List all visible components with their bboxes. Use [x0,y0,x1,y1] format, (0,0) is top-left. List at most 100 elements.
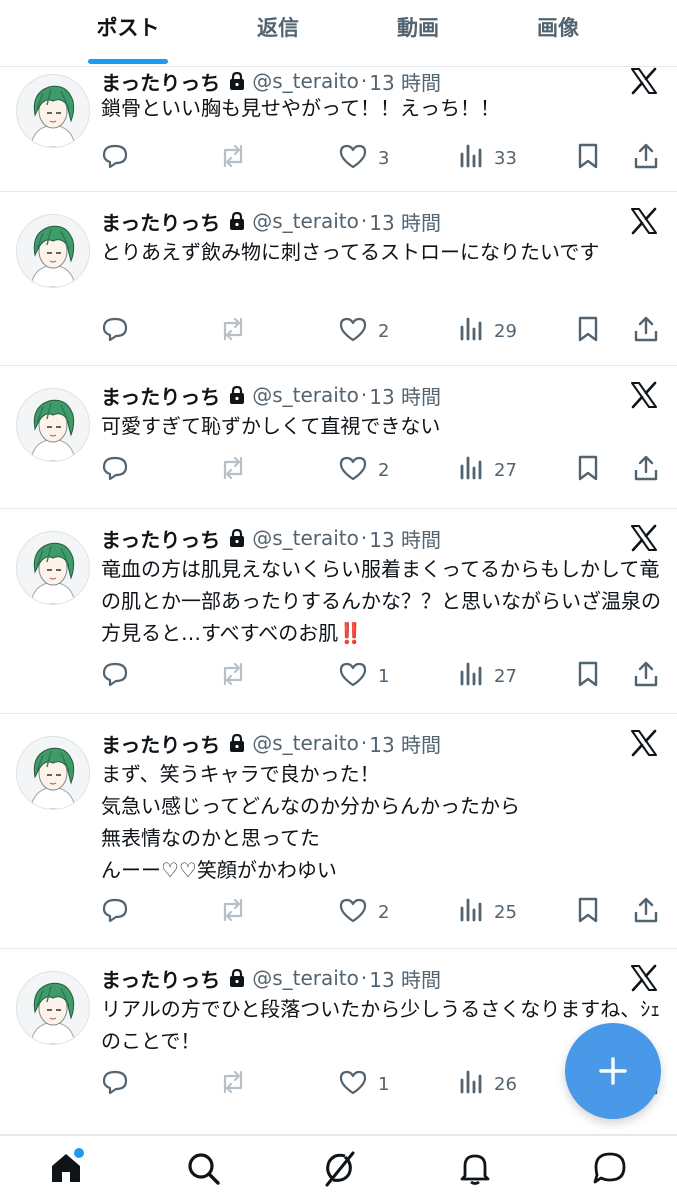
retweet-icon [218,1068,248,1100]
like-button[interactable]: 2 [338,897,389,927]
post-text: 可愛すぎて恥ずかしくて直視できない [101,410,661,442]
share-button[interactable] [633,316,659,346]
avatar[interactable] [16,736,90,810]
bookmark-button[interactable] [576,316,600,346]
share-button[interactable] [633,143,659,173]
tab-replies-label: 返信 [257,16,299,40]
reply-button[interactable] [101,455,129,485]
reply-button[interactable] [101,316,129,346]
post-time[interactable]: 13 時間 [369,524,441,553]
post-time[interactable]: 13 時間 [369,381,441,410]
tab-posts[interactable]: ポスト [78,0,178,66]
share-button[interactable] [633,661,659,691]
retweet-button[interactable] [218,143,248,173]
retweet-button[interactable] [218,316,248,346]
avatar[interactable] [16,214,90,288]
post[interactable]: まったりっち @s_teraito · 13 時間 鎖骨といい胸も見せやがって！… [0,66,677,192]
display-name[interactable]: まったりっち [101,729,220,758]
x-logo-icon [629,206,659,236]
bookmark-button[interactable] [576,143,600,173]
display-name[interactable]: まったりっち [101,524,220,553]
display-name[interactable]: まったりっち [101,381,220,410]
user-handle[interactable]: @s_teraito [252,383,359,407]
post-text-content: 鎖骨といい胸も見せやがって！！えっち！！ [101,96,500,120]
post-time[interactable]: 13 時間 [369,729,441,758]
display-name[interactable]: まったりっち [101,207,220,236]
nav-search[interactable] [183,1148,223,1188]
user-handle[interactable]: @s_teraito [252,731,359,755]
post-header: まったりっち @s_teraito · 13 時間 [101,380,441,410]
avatar[interactable] [16,74,90,148]
reply-icon [101,1068,129,1100]
post-text: まず、笑うキャラで良かった！ 気急い感じってどんなのか分からんかったから 無表情… [101,758,661,886]
bookmark-button[interactable] [576,455,600,485]
nav-notifications[interactable] [455,1148,495,1188]
retweet-button[interactable] [218,897,248,927]
reply-icon [101,660,129,692]
x-logo-icon [629,963,659,993]
user-handle[interactable]: @s_teraito [252,526,359,550]
views-button[interactable]: 25 [458,897,517,927]
post[interactable]: まったりっち @s_teraito · 13 時間 とりあえず飲み物に刺さってる… [0,192,677,366]
like-button[interactable]: 2 [338,455,389,485]
post-header: まったりっち @s_teraito · 13 時間 [101,523,441,553]
reply-button[interactable] [101,897,129,927]
x-logo-icon [629,380,659,410]
retweet-button[interactable] [218,455,248,485]
bell-icon [460,1154,490,1185]
heart-icon [338,454,368,486]
like-count: 3 [378,147,390,169]
post[interactable]: まったりっち @s_teraito · 13 時間 まず、笑うキャラで良かった！… [0,714,677,949]
nav-home[interactable] [46,1146,86,1188]
tab-videos-label: 動画 [397,16,439,40]
bookmark-button[interactable] [576,661,600,691]
retweet-button[interactable] [218,661,248,691]
share-icon [633,896,659,928]
reply-button[interactable] [101,1069,129,1099]
share-button[interactable] [633,897,659,927]
avatar[interactable] [16,388,90,462]
reply-button[interactable] [101,661,129,691]
like-button[interactable]: 3 [338,143,389,173]
display-name[interactable]: まったりっち [101,964,220,993]
views-button[interactable]: 27 [458,661,517,691]
tab-images[interactable]: 画像 [508,0,608,66]
post-time[interactable]: 13 時間 [369,207,441,236]
nav-messages[interactable] [590,1148,630,1188]
post-actions: 1 27 [101,661,661,691]
like-button[interactable]: 2 [338,316,389,346]
separator: · [360,383,368,407]
view-count: 27 [494,459,517,481]
views-icon [458,142,484,174]
nav-grok[interactable] [319,1148,359,1188]
tab-videos[interactable]: 動画 [368,0,468,66]
post[interactable]: まったりっち @s_teraito · 13 時間 可愛すぎて恥ずかしくて直視で… [0,366,677,509]
user-handle[interactable]: @s_teraito [252,209,359,233]
views-button[interactable]: 29 [458,316,517,346]
views-icon [458,896,484,928]
post[interactable]: まったりっち @s_teraito · 13 時間 竜血の方は肌見えないくらい服… [0,509,677,714]
separator: · [360,731,368,755]
post-header: まったりっち @s_teraito · 13 時間 [101,206,441,236]
retweet-button[interactable] [218,1069,248,1099]
views-button[interactable]: 27 [458,455,517,485]
user-handle[interactable]: @s_teraito [252,69,359,93]
avatar[interactable] [16,531,90,605]
avatar[interactable] [16,971,90,1045]
compose-button[interactable] [565,1023,661,1119]
views-button[interactable]: 26 [458,1069,517,1099]
post-time[interactable]: 13 時間 [369,964,441,993]
tab-posts-label: ポスト [96,16,160,40]
lock-icon [228,733,246,753]
double-exclamation-emoji: ‼️ [338,621,364,645]
views-button[interactable]: 33 [458,143,517,173]
reply-button[interactable] [101,143,129,173]
like-button[interactable]: 1 [338,661,389,691]
views-icon [458,454,484,486]
bookmark-button[interactable] [576,897,600,927]
like-button[interactable]: 1 [338,1069,389,1099]
user-handle[interactable]: @s_teraito [252,966,359,990]
share-button[interactable] [633,455,659,485]
view-count: 33 [494,147,517,169]
tab-replies[interactable]: 返信 [228,0,328,66]
